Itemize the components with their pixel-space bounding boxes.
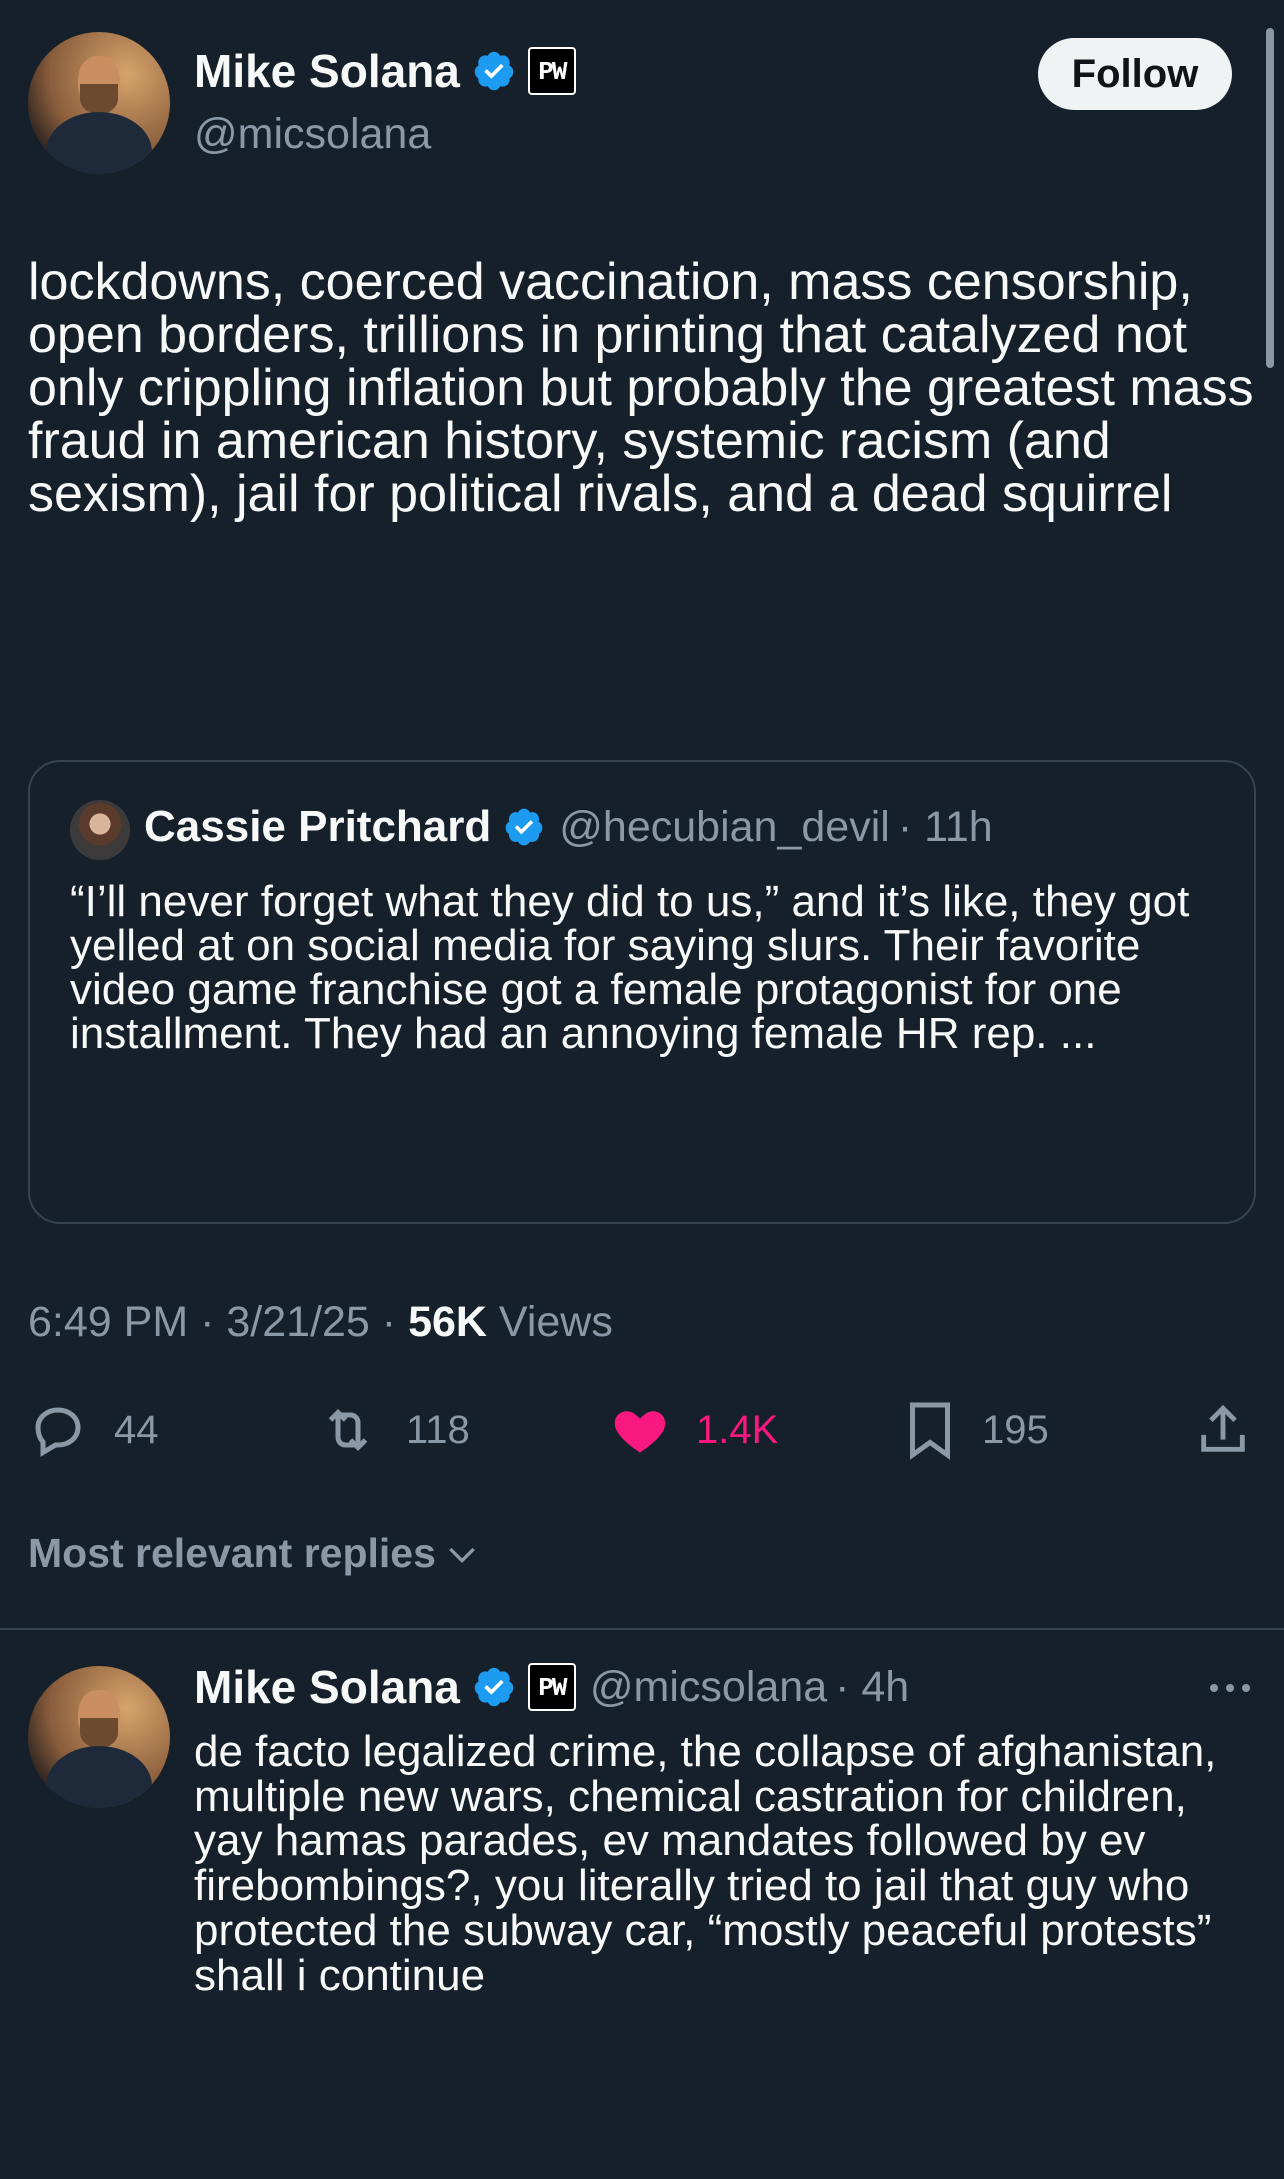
retweet-count: 118	[406, 1407, 470, 1452]
quoted-tweet[interactable]: Cassie Pritchard @hecubian_devil · 11h “…	[28, 760, 1256, 1224]
reply-header: Mike Solana PW @micsolana · 4h	[194, 1660, 909, 1714]
author-name-row: Mike Solana PW	[194, 44, 576, 98]
reply-count: 44	[114, 1407, 159, 1452]
reply-timestamp[interactable]: · 4h	[835, 1663, 909, 1712]
replies-sort-dropdown[interactable]: Most relevant replies	[28, 1530, 482, 1577]
quote-text: “I’ll never forget what they did to us,”…	[70, 877, 1190, 1058]
like-action[interactable]: 1.4K	[610, 1400, 778, 1460]
tweet-meta: 6:49 PM · 3/21/25 · 56K Views	[28, 1298, 613, 1347]
verified-badge-icon	[474, 1667, 514, 1707]
divider	[0, 1628, 1284, 1630]
reply-author-name[interactable]: Mike Solana	[194, 1660, 460, 1714]
reply-icon	[35, 1407, 81, 1457]
meta-separator: ·	[381, 1298, 409, 1346]
quote-author-handle[interactable]: @hecubian_devil	[559, 803, 890, 852]
chevron-down-icon	[449, 1547, 475, 1563]
quote-author-name[interactable]: Cassie Pritchard	[144, 802, 491, 852]
follow-button[interactable]: Follow	[1038, 38, 1232, 110]
verified-badge-icon	[505, 808, 543, 846]
heart-icon	[614, 1411, 666, 1453]
retweet-icon	[328, 1408, 368, 1452]
quote-avatar[interactable]	[70, 800, 130, 860]
reply-action[interactable]: 44	[28, 1400, 159, 1460]
meta-separator: ·	[200, 1298, 227, 1346]
tweet-date[interactable]: 3/21/25	[226, 1298, 369, 1346]
reply-avatar[interactable]	[28, 1666, 170, 1808]
bookmark-count: 195	[982, 1407, 1049, 1452]
bookmark-action[interactable]: 195	[904, 1400, 1049, 1460]
affiliate-badge[interactable]: PW	[527, 47, 576, 95]
bookmark-icon	[910, 1402, 950, 1460]
reply-text: de facto legalized crime, the collapse o…	[194, 1727, 1217, 2000]
like-count: 1.4K	[696, 1407, 779, 1452]
author-handle[interactable]: @micsolana	[194, 110, 431, 159]
reply-author-handle[interactable]: @micsolana	[590, 1663, 827, 1712]
views-label: Views	[498, 1298, 613, 1346]
quote-timestamp[interactable]: · 11h	[898, 803, 993, 852]
tweet-text: lockdowns, coerced vaccination, mass cen…	[28, 253, 1269, 523]
author-avatar[interactable]	[28, 32, 170, 174]
author-name[interactable]: Mike Solana	[194, 44, 460, 98]
replies-sort-label: Most relevant replies	[28, 1530, 436, 1576]
retweet-action[interactable]: 118	[316, 1400, 470, 1460]
share-icon[interactable]	[1194, 1400, 1252, 1460]
quote-header: Cassie Pritchard @hecubian_devil · 11h	[144, 802, 993, 852]
views-count[interactable]: 56K	[408, 1298, 487, 1346]
tweet-time[interactable]: 6:49 PM	[28, 1298, 188, 1346]
more-options-icon[interactable]	[1206, 1678, 1254, 1698]
verified-badge-icon	[474, 51, 514, 91]
affiliate-badge[interactable]: PW	[527, 1663, 576, 1711]
